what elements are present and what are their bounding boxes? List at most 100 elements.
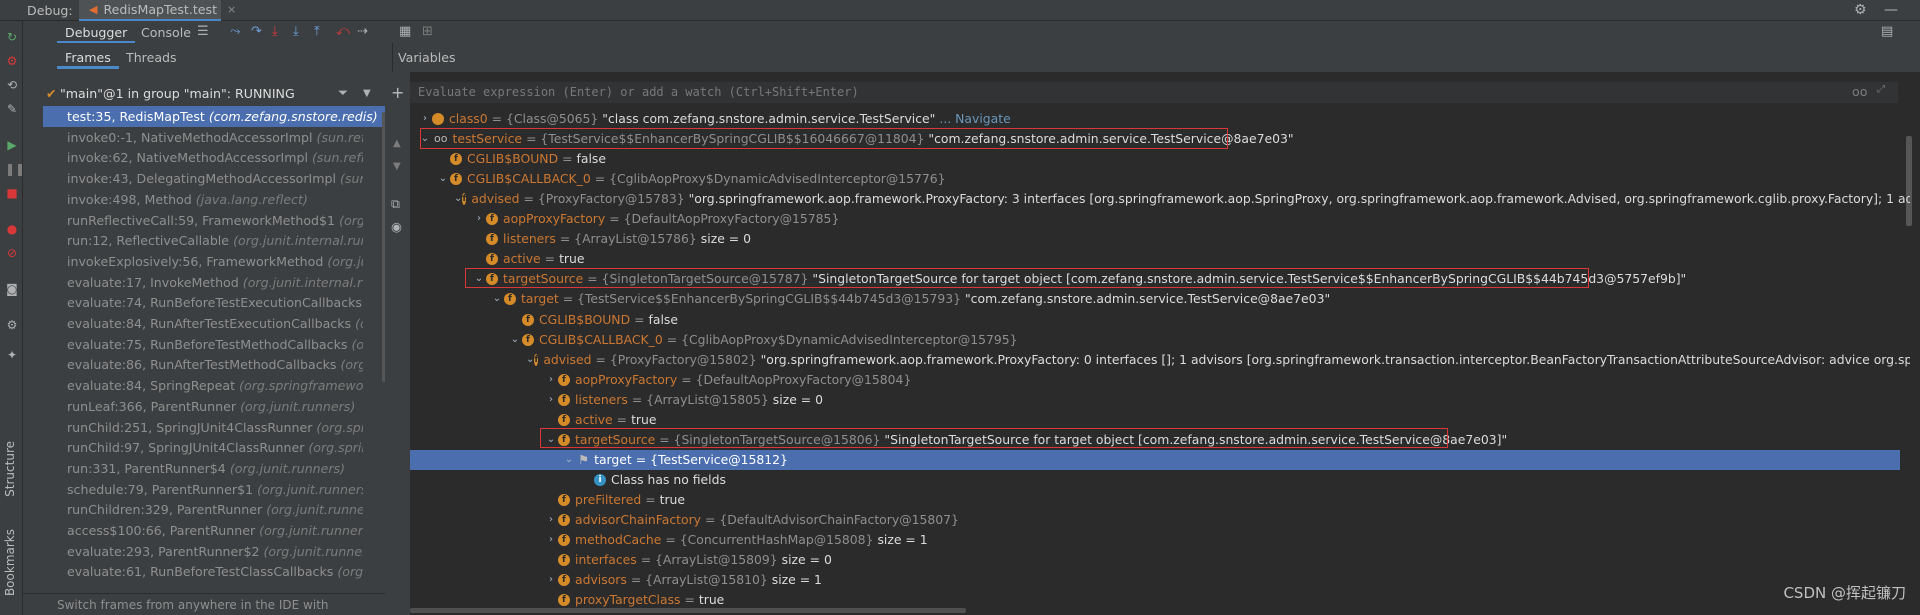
frame-row[interactable]: evaluate:75, RunBeforeTestMethodCallback…	[43, 334, 363, 355]
variable-row[interactable]: › f aopProxyFactory = {DefaultAopProxyFacto…	[544, 370, 915, 390]
view-breakpoints-icon[interactable]: ●	[5, 222, 19, 236]
tab-debugger[interactable]: Debugger	[56, 25, 136, 44]
variables-scrollbar[interactable]	[1906, 136, 1912, 226]
restore-layout-icon[interactable]: ⟲	[5, 78, 19, 92]
variable-row[interactable]: f interfaces = {ArrayList@15809} size = 0	[544, 550, 836, 570]
chevron-right-icon[interactable]: ›	[544, 570, 558, 590]
frame-row[interactable]: evaluate:84, RunAfterTestExecutionCallba…	[43, 313, 363, 334]
frame-row[interactable]: evaluate:84, SpringRepeat (org.springfra…	[43, 375, 363, 396]
drop-frame-icon[interactable]: ⤺	[336, 24, 350, 39]
variable-row[interactable]: f active = true	[472, 249, 589, 269]
variable-row[interactable]: ⌄ f targetSource = {SingletonTargetSource@1…	[544, 430, 1511, 450]
chevron-down-icon[interactable]: ⌄	[418, 129, 432, 149]
variable-row[interactable]: f active = true	[544, 410, 661, 430]
force-step-into-icon[interactable]: ⤓	[293, 24, 299, 39]
frame-row[interactable]: run:331, ParentRunner$4 (org.junit.runne…	[43, 458, 363, 479]
frame-row[interactable]: runChild:97, SpringJUnit4ClassRunner (or…	[43, 437, 363, 458]
chevron-right-icon[interactable]: ›	[544, 530, 558, 550]
variable-row[interactable]: ⌄ f CGLIB$CALLBACK_0 = {CglibAopProxy$Dynam…	[436, 169, 950, 189]
frame-row[interactable]: invoke0:-1, NativeMethodAccessorImpl (su…	[43, 127, 363, 148]
thread-selector[interactable]: ✔ "main"@1 in group "main": RUNNING ⏷ ▼	[23, 82, 392, 104]
resume-icon[interactable]: ▶	[5, 138, 19, 152]
evaluate-expression-input[interactable]: Evaluate expression (Enter) or add a wat…	[410, 82, 1898, 103]
chevron-down-icon[interactable]: ⌄	[472, 269, 486, 289]
pin-icon[interactable]: ✦	[5, 348, 19, 362]
settings-icon[interactable]: ⚙	[1854, 2, 1867, 18]
frame-row[interactable]: test:35, RedisMapTest (com.zefang.snstor…	[43, 106, 386, 127]
variable-row[interactable]: f preFiltered = true	[544, 490, 689, 510]
variable-row[interactable]: ⌄ oo testService = {TestService$$EnhancerBy…	[418, 129, 1298, 149]
frame-row[interactable]: invoke:43, DelegatingMethodAccessorImpl …	[43, 168, 363, 189]
step-into-icon[interactable]: ⤓	[272, 24, 278, 39]
chevron-down-icon[interactable]: ▼	[363, 88, 371, 99]
structure-side-tab[interactable]: Structure	[3, 441, 17, 497]
layout-settings-icon[interactable]: ▤	[1881, 24, 1893, 39]
debug-session-tab[interactable]: ◀ RedisMapTest.test ×	[79, 0, 236, 21]
chevron-right-icon[interactable]: ›	[544, 370, 558, 390]
move-down-icon[interactable]: ▼	[393, 161, 401, 172]
frame-row[interactable]: invoke:62, NativeMethodAccessorImpl (sun…	[43, 147, 363, 168]
variable-row[interactable]: ⌄ f advised = {ProxyFactory@15802} "org.spri…	[526, 350, 1910, 370]
bookmarks-side-tab[interactable]: Bookmarks	[3, 529, 17, 596]
view-icon[interactable]: ◉	[391, 219, 402, 234]
move-up-icon[interactable]: ▲	[393, 138, 401, 149]
chevron-down-icon[interactable]: ⌄	[508, 330, 522, 350]
show-execution-point-icon[interactable]: ⤳	[230, 24, 240, 39]
step-over-icon[interactable]: ↷	[251, 24, 262, 39]
frame-row[interactable]: evaluate:74, RunBeforeTestExecutionCallb…	[43, 292, 363, 313]
pause-icon[interactable]: ❚❚	[5, 162, 25, 176]
frame-row[interactable]: runChildren:329, ParentRunner (org.junit…	[43, 499, 363, 520]
chevron-right-icon[interactable]: ›	[418, 109, 432, 129]
copy-icon[interactable]: ⧉	[391, 196, 400, 212]
chevron-down-icon[interactable]: ⌄	[562, 450, 576, 470]
navigate-link[interactable]: ... Navigate	[939, 109, 1010, 129]
menu-icon[interactable]: ☰	[197, 24, 209, 39]
frame-row[interactable]: runChild:251, SpringJUnit4ClassRunner (o…	[43, 417, 363, 438]
frame-row[interactable]: run:12, ReflectiveCallable (org.junit.in…	[43, 230, 363, 251]
variable-row[interactable]: ⌄ f target = {TestService$$EnhancerBySpring…	[490, 289, 1334, 309]
glasses-icon[interactable]: oo	[1852, 84, 1867, 99]
chevron-right-icon[interactable]: ›	[544, 390, 558, 410]
variable-row[interactable]: › f aopProxyFactory = {DefaultAopProxyFacto…	[472, 209, 843, 229]
frame-row[interactable]: runLeaf:366, ParentRunner (org.junit.run…	[43, 396, 363, 417]
chevron-right-icon[interactable]: ›	[544, 510, 558, 530]
variable-row[interactable]: › class0 = {Class@5065} "class com.zefang.s…	[418, 109, 1015, 129]
frame-row[interactable]: invoke:498, Method (java.lang.reflect)	[43, 189, 363, 210]
variable-row[interactable]: › f advisors = {ArrayList@15810} size = 1	[544, 570, 826, 590]
tab-frames[interactable]: Frames	[57, 50, 119, 69]
wrench-icon[interactable]: ✎	[5, 102, 19, 116]
frame-row[interactable]: evaluate:293, ParentRunner$2 (org.junit.…	[43, 541, 363, 562]
variable-row[interactable]: f CGLIB$BOUND = false	[436, 149, 610, 169]
frame-row[interactable]: runReflectiveCall:59, FrameworkMethod$1 …	[43, 210, 363, 231]
frame-row[interactable]: evaluate:17, InvokeMethod (org.junit.int…	[43, 272, 363, 293]
modify-run-config-icon[interactable]: ⚙	[5, 54, 19, 68]
trace-stream-icon[interactable]: ⊞	[422, 24, 433, 39]
variable-row[interactable]: ⌄ f advised = {ProxyFactory@15783} "org.spri…	[454, 189, 1910, 209]
camera-icon[interactable]: ◙	[5, 282, 19, 296]
gear-icon[interactable]: ⚙	[5, 318, 19, 332]
rerun-icon[interactable]: ↻	[5, 30, 19, 44]
variable-row[interactable]: › f listeners = {ArrayList@15805} size = 0	[544, 390, 827, 410]
tab-console[interactable]: Console	[141, 25, 191, 40]
tab-threads[interactable]: Threads	[126, 50, 177, 65]
chevron-down-icon[interactable]: ⌄	[490, 289, 504, 309]
variable-row[interactable]: f proxyTargetClass = true	[544, 590, 728, 610]
variable-row[interactable]: i Class has no fields	[580, 470, 730, 490]
chevron-down-icon[interactable]: ⌄	[526, 350, 534, 370]
close-tab-icon[interactable]: ×	[227, 3, 236, 16]
chevron-down-icon[interactable]: ⌄	[454, 189, 462, 209]
variable-row[interactable]: ⌄ ⚑ target = {TestService@15812}	[410, 449, 1900, 470]
chevron-down-icon[interactable]: ⌄	[544, 430, 558, 450]
minimize-icon[interactable]: —	[1884, 2, 1898, 18]
evaluate-expression-icon[interactable]: ▦	[399, 24, 411, 39]
variable-row[interactable]: › f methodCache = {ConcurrentHashMap@15808}…	[544, 530, 932, 550]
variable-row[interactable]: f listeners = {ArrayList@15786} size = 0	[472, 229, 755, 249]
frame-row[interactable]: invokeExplosively:56, FrameworkMethod (o…	[43, 251, 363, 272]
variable-row[interactable]: f CGLIB$BOUND = false	[508, 310, 682, 330]
filter-icon[interactable]: ⏷	[338, 85, 348, 101]
step-out-icon[interactable]: ⤒	[314, 24, 320, 39]
frame-row[interactable]: schedule:79, ParentRunner$1 (org.junit.r…	[43, 479, 363, 500]
frame-row[interactable]: evaluate:61, RunBeforeTestClassCallbacks…	[43, 561, 363, 582]
chevron-right-icon[interactable]: ›	[472, 209, 486, 229]
variable-row[interactable]: ⌄ f CGLIB$CALLBACK_0 = {CglibAopProxy$Dynam…	[508, 330, 1022, 350]
